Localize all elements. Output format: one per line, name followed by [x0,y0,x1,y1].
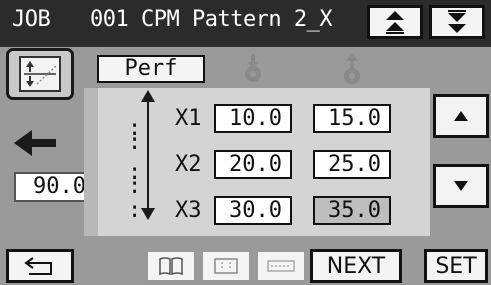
job-label: JOB [12,7,51,32]
scroll-up-button[interactable] [367,5,423,39]
back-button[interactable] [6,249,74,283]
dotted-line-icon [267,260,295,272]
scroll-down-button[interactable] [429,5,485,39]
line-view-button[interactable] [255,249,307,283]
x3-end-value[interactable]: 35.0 [313,196,391,225]
screen: JOB 001 CPM Pattern 2_X Perf 90.0::: … [0,0,491,285]
x1-start-value[interactable]: 10.0 [214,104,292,133]
position-value[interactable]: 90.0 [14,172,94,202]
job-title: 001 CPM Pattern 2_X [90,7,333,32]
perf-button[interactable]: Perf [97,55,205,83]
increase-button[interactable] [433,94,489,138]
row-label-x2: X2 [175,152,202,177]
decrease-button[interactable] [433,164,489,208]
scroll-up-icon [386,11,404,34]
row-label-x3: X3 [175,198,202,223]
vertical-range-icon [141,90,155,220]
down-triangle-icon [454,181,468,191]
grid-view-button[interactable] [200,249,252,283]
gear-up-icon [344,54,360,84]
x3-start-value[interactable]: 30.0 [214,196,292,225]
book-view-button[interactable] [145,249,197,283]
dots-marker: :: [128,116,142,155]
layout-mode-button[interactable] [6,48,74,100]
dots-marker: : [128,198,142,223]
next-button[interactable]: NEXT [310,249,402,283]
x1-end-value[interactable]: 15.0 [313,104,391,133]
x2-end-value[interactable]: 25.0 [313,150,391,179]
row-label-x1: X1 [175,106,202,131]
book-icon [159,257,183,276]
set-button[interactable]: SET [424,249,488,283]
dots-marker: :: [128,160,142,199]
up-triangle-icon [454,111,468,121]
gear-down-icon [245,54,261,82]
panel-side-bar [84,88,98,236]
scroll-down-icon [448,10,466,33]
grid-icon [214,258,238,274]
layout-mode-icon [19,56,61,92]
left-arrow-icon[interactable] [12,126,62,160]
back-arrow-icon [24,257,52,275]
x2-start-value[interactable]: 20.0 [214,150,292,179]
